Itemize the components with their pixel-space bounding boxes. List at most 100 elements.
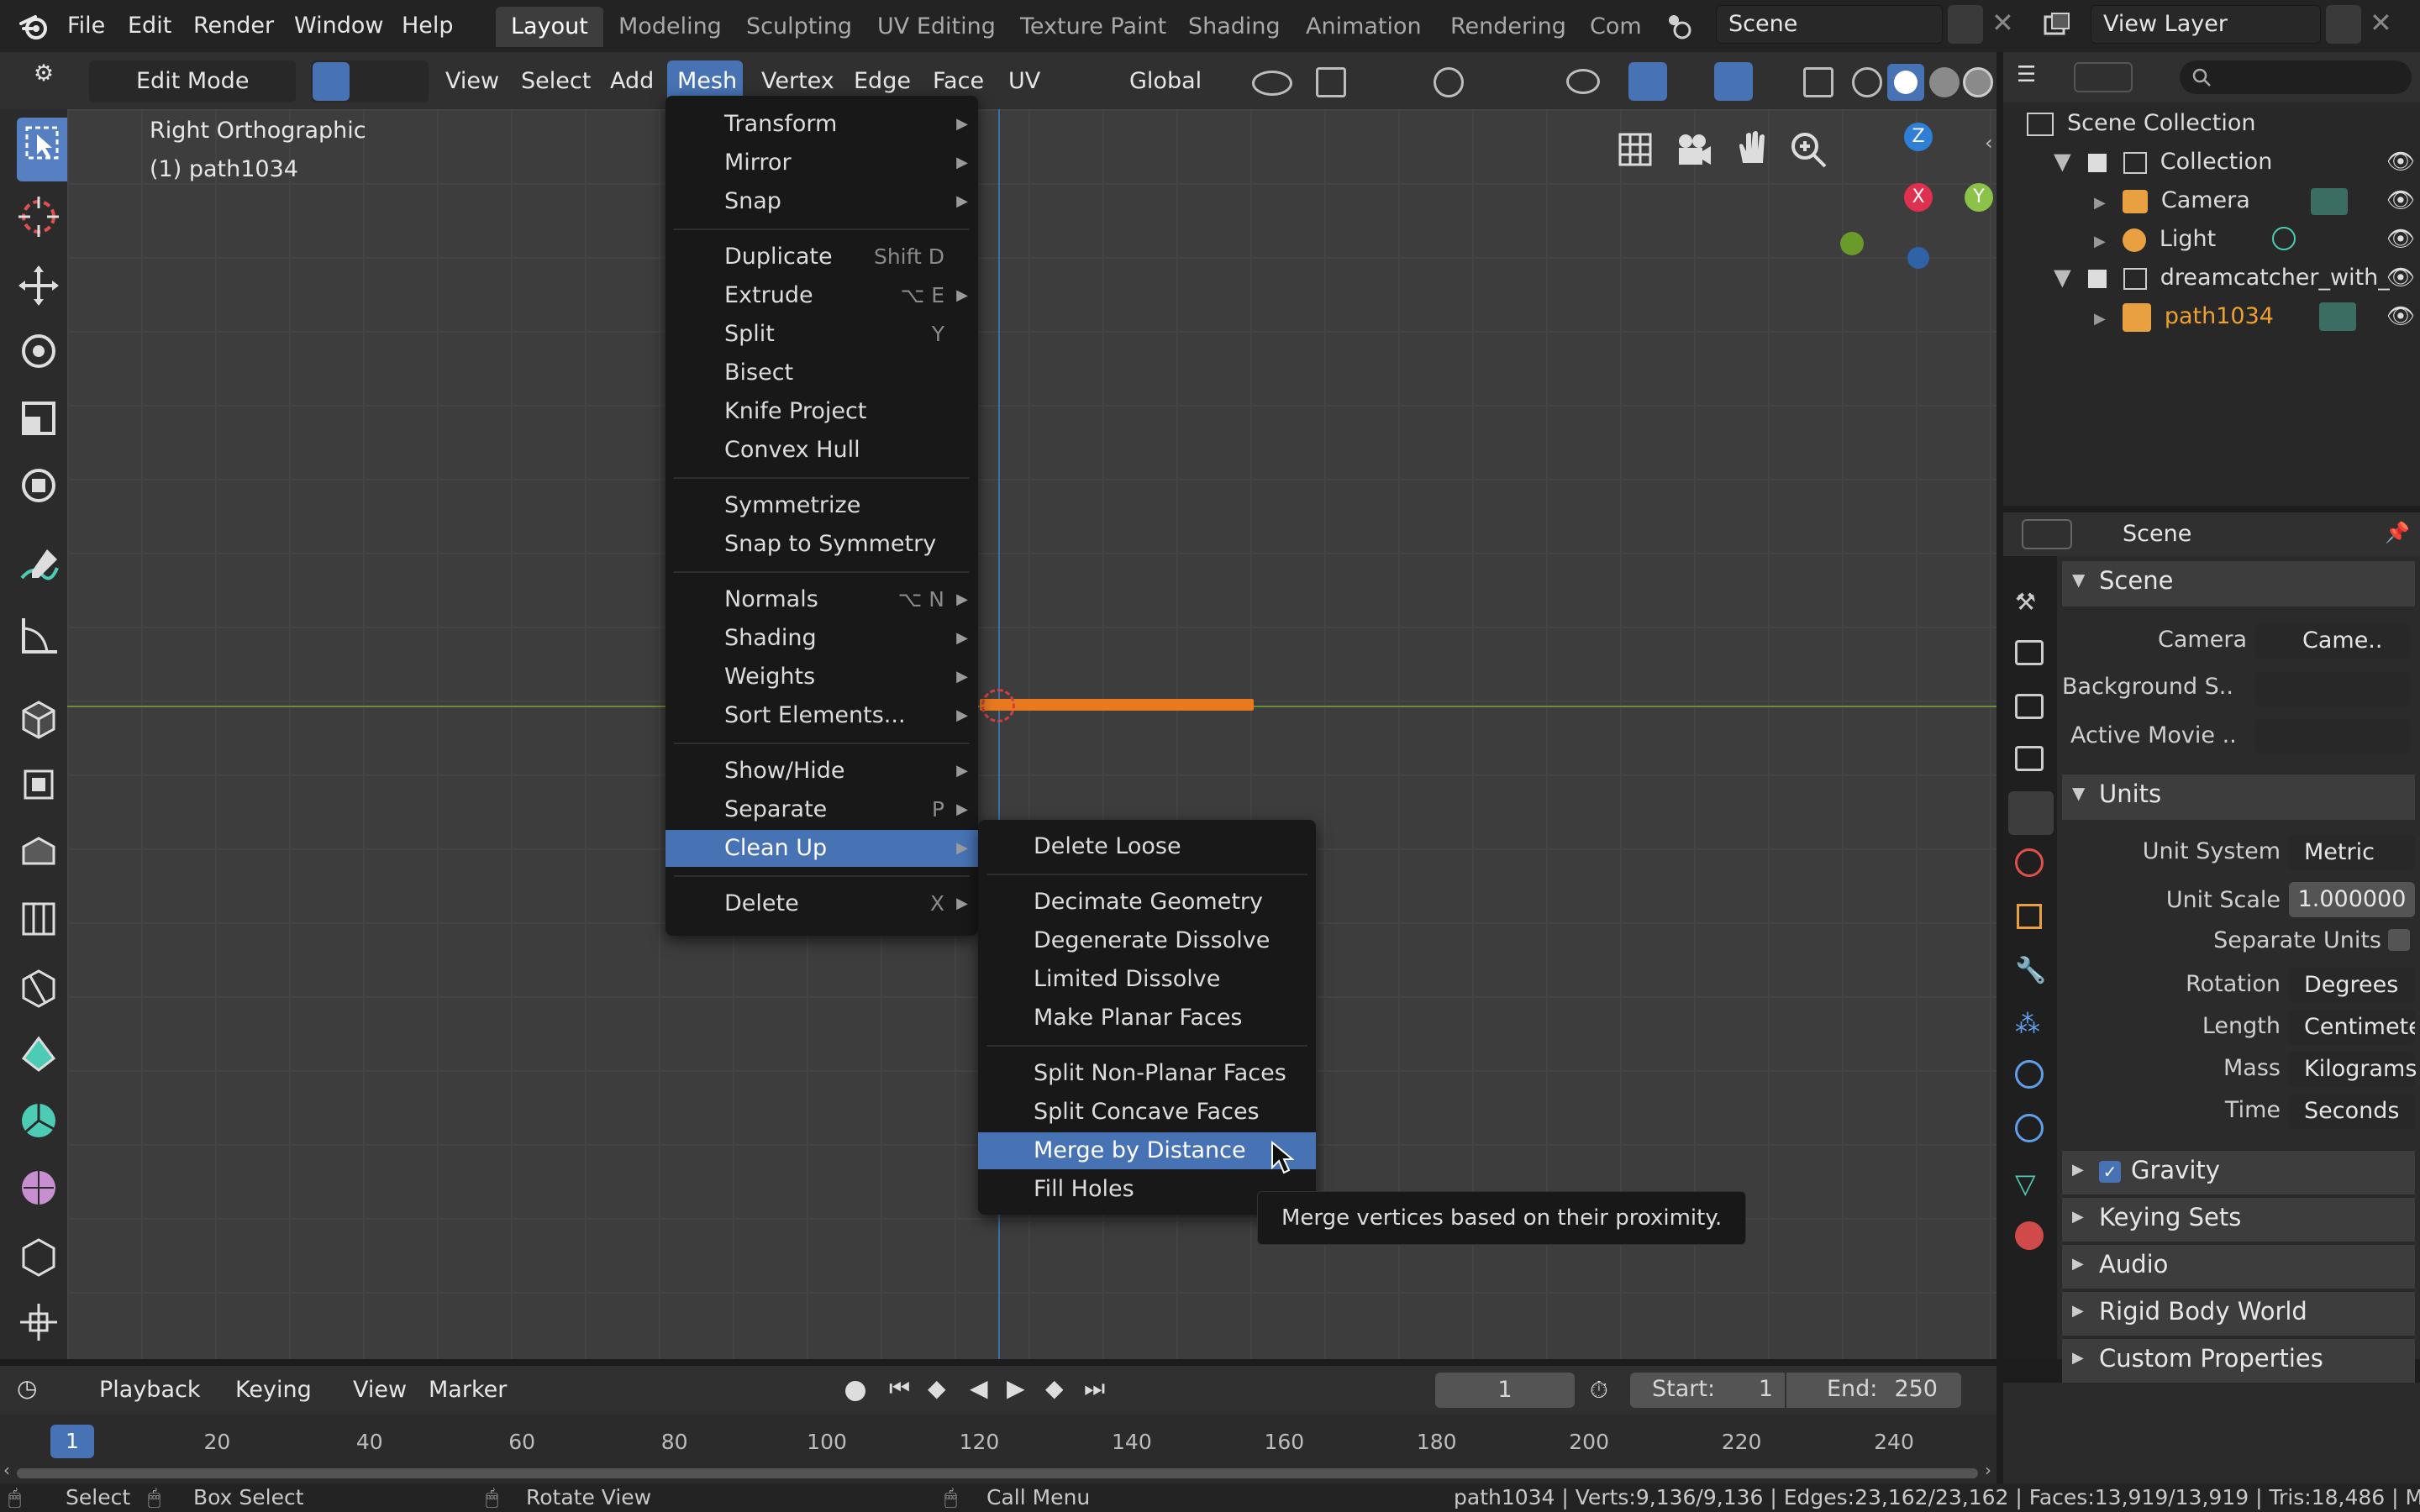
timer-icon[interactable]: ⏱ <box>1590 1376 1608 1404</box>
tab-shading[interactable]: Shading <box>1173 7 1296 47</box>
unit-scale-field[interactable]: 1.000000 <box>2289 882 2415 917</box>
active-movie-clip-field[interactable] <box>2255 719 2410 754</box>
outliner-row-path1034[interactable]: ▶ path1034 👁 <box>2094 297 2415 336</box>
eye-icon[interactable]: 👁 <box>2386 143 2415 181</box>
menu-view[interactable]: View <box>445 60 499 102</box>
gizmo-z-axis[interactable]: Z <box>1904 123 1933 151</box>
extrude-tool[interactable] <box>13 759 64 810</box>
mesh-menu-item-snap[interactable]: Snap ▶ <box>666 183 978 220</box>
menu-help[interactable]: Help <box>402 0 454 52</box>
mode-selector[interactable]: Edit Mode <box>89 60 296 102</box>
rendered-shading-icon[interactable] <box>1963 67 1993 97</box>
menu-uv[interactable]: UV <box>1008 60 1040 102</box>
checkbox-icon[interactable] <box>2087 269 2107 288</box>
separate-units-checkbox[interactable] <box>2388 929 2410 951</box>
rotation-dropdown[interactable]: Degrees <box>2289 968 2415 1003</box>
time-dropdown[interactable]: Seconds <box>2289 1094 2415 1129</box>
mesh-data-icon[interactable] <box>2319 302 2356 331</box>
grid-view-icon[interactable] <box>1612 126 1659 173</box>
cleanup-item-degenerate-dissolve[interactable]: Degenerate Dissolve <box>978 922 1316 959</box>
transform-tool[interactable] <box>13 460 64 511</box>
scroll-right-icon[interactable]: › <box>1985 1460 1991 1480</box>
checkbox-icon[interactable] <box>2087 153 2107 172</box>
tab-modeling[interactable]: Modeling <box>603 7 737 47</box>
gizmo-y-axis[interactable]: Y <box>1965 183 1993 212</box>
rigid-body-world-section-header[interactable]: ▶ Rigid Body World <box>2062 1292 2415 1336</box>
expand-arrow-icon[interactable]: ▶ <box>2072 1255 2084 1273</box>
cleanup-item-split-non-planar-faces[interactable]: Split Non-Planar Faces <box>978 1055 1316 1092</box>
gravity-section-header[interactable]: ▶ ✓ Gravity <box>2062 1151 2415 1194</box>
tab-sculpting[interactable]: Sculpting <box>731 7 867 47</box>
eye-icon[interactable]: 👁 <box>2386 297 2415 336</box>
light-data-icon[interactable] <box>2272 227 2296 250</box>
collapse-arrow-icon[interactable]: ▼ <box>2072 783 2085 803</box>
orientation-selector[interactable]: Global <box>1092 60 1202 102</box>
select-mode-buttons[interactable] <box>311 60 429 102</box>
blender-logo-icon[interactable] <box>18 12 49 42</box>
gizmo-toggle-icon[interactable] <box>1628 62 1667 101</box>
mesh-menu-item-sort-elements[interactable]: Sort Elements... ▶ <box>666 697 978 734</box>
scene-section-header[interactable]: ▼ Scene <box>2062 561 2415 606</box>
editor-type-icon[interactable]: ⚙ <box>8 60 79 102</box>
outliner-row-dreamcatcher[interactable]: ▼ dreamcatcher_with_ 👁 <box>2054 259 2415 297</box>
menu-select[interactable]: Select <box>521 60 591 102</box>
camera-view-icon[interactable] <box>1669 126 1716 173</box>
snap-icon[interactable] <box>1316 67 1346 97</box>
physics-tab-icon[interactable] <box>2015 1060 2044 1089</box>
expand-arrow-icon[interactable]: ▶ <box>2072 1302 2084 1320</box>
expand-arrow-icon[interactable]: ▶ <box>2094 194 2106 212</box>
mesh-menu-item-duplicate[interactable]: Duplicate Shift D <box>666 239 978 276</box>
particles-tab-icon[interactable]: ⁂ <box>2015 1010 2040 1039</box>
new-view-layer-icon[interactable] <box>2326 5 2361 44</box>
expand-arrow-icon[interactable]: ▶ <box>2094 233 2106 250</box>
pin-icon[interactable]: 📌 <box>2385 521 2410 544</box>
custom-properties-row[interactable]: ▶ Custom Properties <box>2062 1339 2415 1383</box>
scene-field[interactable]: Scene <box>1716 5 1943 44</box>
measure-tool[interactable] <box>13 610 64 660</box>
mesh-menu-item-weights[interactable]: Weights ▶ <box>666 659 978 696</box>
menu-file[interactable]: File <box>67 0 105 52</box>
mesh-menu-item-symmetrize[interactable]: Symmetrize <box>666 487 978 524</box>
camera-data-icon[interactable] <box>2311 188 2348 215</box>
world-tab-icon[interactable] <box>2015 848 2044 877</box>
mesh-menu-item-snap-to-symmetry[interactable]: Snap to Symmetry <box>666 526 978 563</box>
properties-editor-icon[interactable] <box>2022 519 2072 549</box>
menu-marker[interactable]: Marker <box>429 1369 507 1411</box>
mesh-menu-item-transform[interactable]: Transform ▶ <box>666 106 978 143</box>
outliner-search-input[interactable] <box>2180 60 2412 94</box>
new-scene-icon[interactable] <box>1948 5 1983 44</box>
mesh-menu-item-normals[interactable]: Normals ⌥ N ▶ <box>666 581 978 618</box>
timeline-scrollbar[interactable] <box>17 1468 1978 1478</box>
expand-arrow-icon[interactable]: ▶ <box>2094 310 2106 328</box>
rotate-tool[interactable] <box>13 326 64 376</box>
expand-arrow-icon[interactable]: ▶ <box>2072 1208 2084 1226</box>
mesh-menu-item-split[interactable]: Split Y <box>666 316 978 353</box>
remove-view-layer-icon[interactable]: ✕ <box>2370 7 2392 39</box>
menu-timeline-view[interactable]: View <box>353 1369 407 1411</box>
display-mode-icon[interactable] <box>2074 62 2133 92</box>
cleanup-item-split-concave-faces[interactable]: Split Concave Faces <box>978 1094 1316 1131</box>
view-layer-icon[interactable] <box>2042 10 2072 40</box>
audio-section-header[interactable]: ▶ Audio <box>2062 1245 2415 1289</box>
view-layer-tab-icon[interactable] <box>2015 746 2044 771</box>
gravity-checkbox[interactable]: ✓ <box>2099 1161 2121 1183</box>
close-icon[interactable]: ✕ <box>1991 7 2014 39</box>
tab-compositing[interactable]: Com <box>1575 7 1642 47</box>
menu-keying[interactable]: Keying <box>235 1369 312 1411</box>
cleanup-item-make-planar-faces[interactable]: Make Planar Faces <box>978 1000 1316 1037</box>
annotate-tool[interactable] <box>13 543 64 593</box>
mesh-menu-item-separate[interactable]: Separate P ▶ <box>666 791 978 828</box>
outliner-row-light[interactable]: ▶ Light 👁 <box>2094 220 2415 259</box>
mesh-menu-item-bisect[interactable]: Bisect <box>666 354 978 391</box>
unit-system-dropdown[interactable]: Metric <box>2289 835 2415 870</box>
scroll-left-icon[interactable]: ‹ <box>3 1460 10 1480</box>
wireframe-shading-icon[interactable] <box>1852 67 1882 97</box>
expand-arrow-icon[interactable]: ▶ <box>2072 1349 2084 1367</box>
bevel-tool[interactable] <box>13 894 64 944</box>
keying-sets-section-header[interactable]: ▶ Keying Sets <box>2062 1198 2415 1242</box>
inset-tool[interactable] <box>13 827 64 877</box>
scene-icon[interactable] <box>1664 10 1696 42</box>
length-dropdown[interactable]: Centimeters <box>2289 1010 2415 1045</box>
gizmo-x-axis[interactable]: X <box>1904 183 1933 212</box>
eye-icon[interactable]: 👁 <box>2386 259 2415 297</box>
